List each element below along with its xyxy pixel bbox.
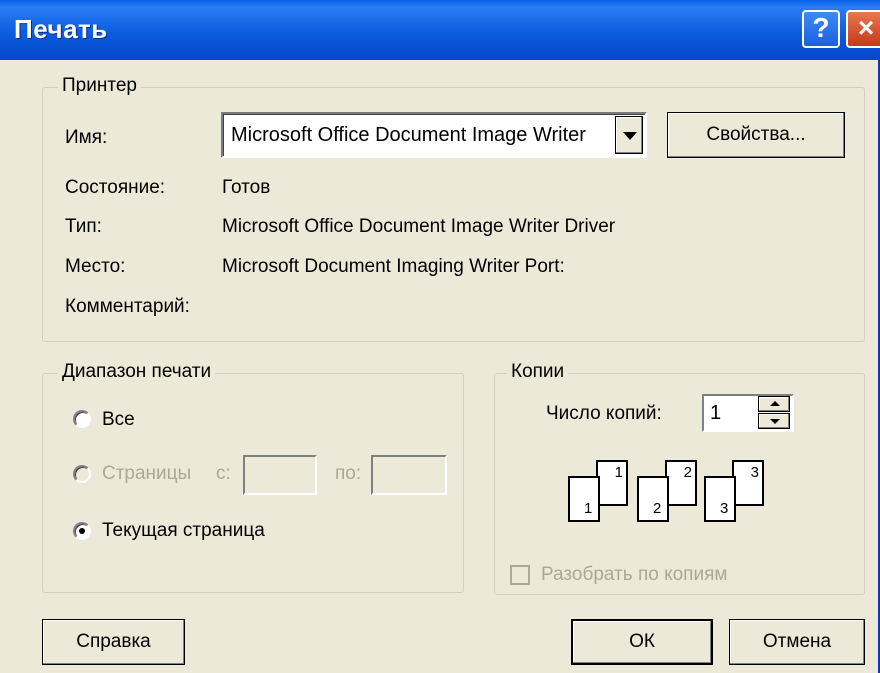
pages-from-label: с:	[216, 463, 231, 484]
status-value: Готов	[222, 177, 271, 198]
help-icon[interactable]: ?	[802, 10, 840, 48]
dialog-title: Печать	[14, 14, 108, 44]
close-icon[interactable]: ×	[846, 10, 880, 48]
collate-page-icon: 2	[637, 476, 669, 522]
status-label: Состояние:	[65, 177, 166, 198]
radio-all[interactable]	[73, 410, 91, 428]
collate-page-icon: 2	[665, 460, 697, 506]
collate-page-icon: 1	[596, 460, 628, 506]
collate-page-icon: 1	[568, 476, 600, 522]
print-range-title: Диапазон печати	[58, 361, 216, 383]
copies-count-value: 1	[710, 402, 722, 424]
help-button[interactable]: Справка	[42, 619, 185, 665]
printer-name-value: Microsoft Office Document Image Writer	[231, 124, 586, 146]
collate-page-number: 1	[614, 464, 623, 481]
radio-all-label[interactable]: Все	[102, 409, 135, 431]
where-label: Место:	[65, 256, 126, 277]
collate-page-number: 2	[653, 500, 662, 517]
chevron-down-icon[interactable]	[615, 116, 643, 154]
type-value: Microsoft Office Document Image Writer D…	[222, 216, 616, 237]
cancel-button[interactable]: Отмена	[729, 619, 865, 665]
spin-down-icon[interactable]	[758, 413, 790, 429]
printer-group-title: Принтер	[58, 75, 141, 97]
radio-pages[interactable]	[73, 465, 91, 483]
pages-to-input[interactable]	[371, 455, 447, 495]
collate-checkbox[interactable]	[510, 565, 530, 585]
properties-button[interactable]: Свойства...	[667, 112, 845, 158]
radio-pages-label[interactable]: Страницы	[102, 463, 191, 485]
type-label: Тип:	[65, 216, 102, 237]
printer-name-select[interactable]: Microsoft Office Document Image Writer	[221, 112, 647, 158]
copies-spinner[interactable]	[758, 396, 792, 430]
collate-page-icon: 3	[704, 476, 736, 522]
pages-from-input[interactable]	[243, 455, 317, 495]
copies-count-label: Число копий:	[546, 403, 662, 424]
collate-illustration: 1 1 2 2 3 3	[566, 460, 776, 522]
copies-title: Копии	[507, 361, 569, 383]
radio-current-page-label[interactable]: Текущая страница	[102, 520, 265, 542]
where-value: Microsoft Document Imaging Writer Port:	[222, 256, 565, 277]
pages-to-label: по:	[335, 463, 362, 484]
collate-page-number: 3	[750, 464, 759, 481]
radio-current-page[interactable]	[73, 522, 91, 540]
collate-page-icon: 3	[732, 460, 764, 506]
spin-up-icon[interactable]	[758, 396, 790, 412]
comment-label: Комментарий:	[65, 296, 190, 317]
collate-page-number: 1	[584, 500, 593, 517]
title-bar[interactable]: Печать ? ×	[0, 0, 880, 60]
ok-button[interactable]: ОК	[571, 619, 713, 665]
printer-name-label: Имя:	[65, 127, 108, 148]
print-dialog: Печать ? × Принтер Имя: Microsoft Office…	[0, 0, 880, 673]
collate-page-number: 3	[720, 500, 729, 517]
collate-page-number: 2	[683, 464, 692, 481]
collate-label[interactable]: Разобрать по копиям	[541, 564, 727, 586]
